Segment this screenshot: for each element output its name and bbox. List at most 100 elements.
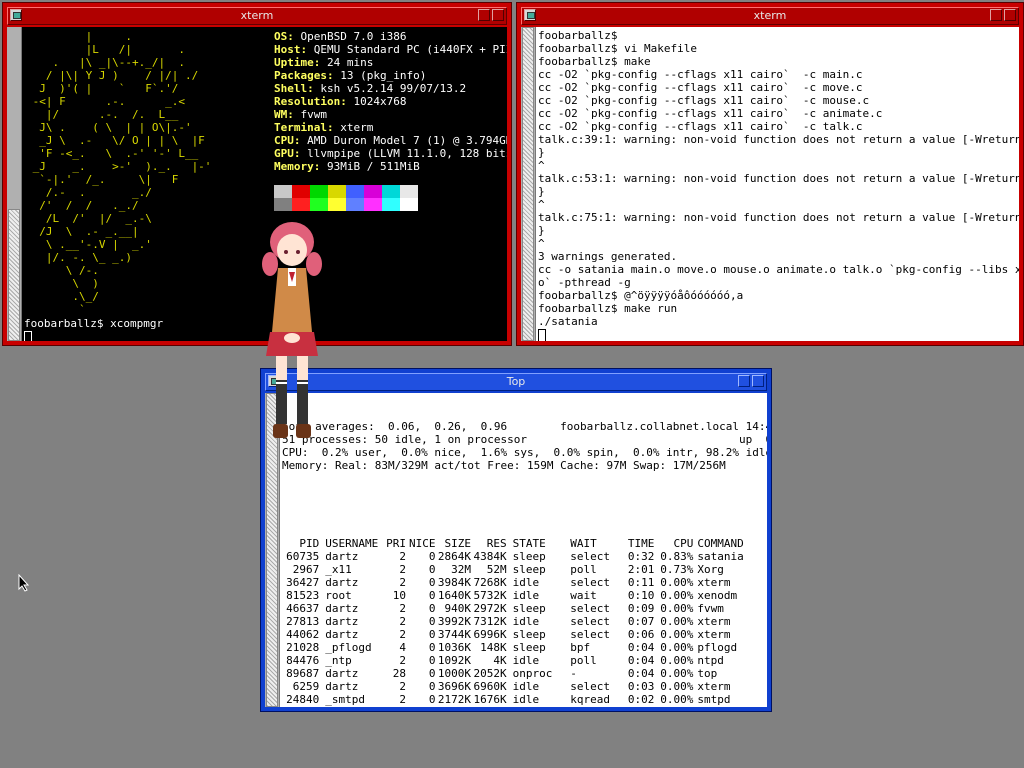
process-cell: 0:02	[627, 693, 655, 706]
process-cell: 6960K	[473, 680, 507, 693]
top-summary-line: Memory: Real: 83M/329M act/tot Free: 159…	[282, 459, 726, 472]
xterm-right-window[interactable]: xterm foobarballz$ foobarballz$ vi Makefi…	[516, 2, 1024, 346]
process-cell: xterm	[697, 680, 731, 693]
process-cell: 0:06	[627, 628, 655, 641]
process-row: 89687 dartz 28 0 1000K 2052K onproc - 0:04 0.00% t…	[282, 667, 765, 680]
process-cell: dartz	[325, 628, 359, 641]
process-cell: 1640K	[437, 589, 472, 602]
info-value: 13 (pkg_info)	[333, 69, 427, 82]
terminal-output[interactable]: foobarballz$ foobarballz$ vi Makefile foob…	[536, 27, 1019, 341]
info-line: Uptime: 24 mins	[274, 56, 507, 69]
xterm-left-client: | . |L /| . . |\ _|\--+._/| . / |\| Y J …	[7, 27, 507, 341]
process-cell: 7268K	[473, 576, 507, 589]
xterm-left-titlebar[interactable]: xterm	[7, 7, 507, 25]
ascii-line: |L /| .	[26, 43, 185, 56]
maximize-button[interactable]	[752, 375, 764, 387]
process-cell: kqread	[570, 693, 611, 706]
process-cell: ksh	[693, 706, 765, 707]
text-cursor	[24, 330, 32, 341]
process-row: 36427 dartz 2 0 3984K 7268K idle select 0:11 0.00…	[282, 576, 765, 589]
ascii-line: /J \ .- _.__|	[26, 225, 139, 238]
process-cell: 2	[399, 654, 406, 667]
maximize-button[interactable]	[1004, 9, 1016, 21]
process-cell: 0	[428, 576, 436, 589]
scrollbar-thumb[interactable]	[8, 209, 20, 341]
info-value: AMD Duron Model 7 (1) @ 3.794GHz	[300, 134, 507, 147]
process-cell: 2	[399, 693, 406, 706]
top-output[interactable]: load averages: 0.06, 0.26, 0.96 foobarba…	[280, 393, 767, 707]
column-header: CPU	[673, 537, 694, 550]
ascii-line: |/. -. \_ _.)	[26, 251, 132, 264]
minimize-button[interactable]	[478, 9, 490, 21]
process-cell: 27813	[286, 615, 320, 628]
process-cell: 0.00%	[660, 615, 694, 628]
prompt-text: foobarballz$ xcompmgr	[24, 317, 164, 330]
info-value: ksh v5.2.14 99/07/13.2	[313, 82, 467, 95]
terminal-line: ^	[538, 237, 545, 250]
process-cell: 1000K	[437, 667, 472, 680]
xterm-left-window[interactable]: xterm | . |L /| . . |\ _|\--+._/| . / |\…	[2, 2, 512, 346]
info-value: fvwm	[293, 108, 327, 121]
process-cell: 4384K	[473, 550, 507, 563]
process-cell: dartz	[325, 550, 359, 563]
column-header: PID	[299, 537, 320, 550]
terminal-line: cc -o satania main.o move.o mouse.o anim…	[538, 263, 1019, 276]
ascii-line: / |\| Y J ) / |/| ./	[26, 69, 199, 82]
process-cell: 2	[399, 602, 406, 615]
process-cell: _x11	[325, 563, 352, 576]
palette-swatch	[274, 198, 292, 211]
process-cell: 28	[392, 667, 406, 680]
terminal-line: ^	[538, 159, 545, 172]
palette-row	[274, 198, 418, 211]
top-window[interactable]: Top load averages: 0.06, 0.26, 0.96 foob…	[260, 368, 772, 712]
process-cell: sleep	[512, 602, 546, 615]
info-value: 24 mins	[320, 56, 374, 69]
process-cell: satania	[697, 550, 744, 563]
process-cell: sigsusp	[566, 706, 621, 707]
process-cell: 0	[428, 589, 436, 602]
process-cell: 84476	[286, 654, 320, 667]
process-cell: 0:04	[627, 667, 655, 680]
xterm-right-titlebar[interactable]: xterm	[521, 7, 1019, 25]
process-cell: idle	[512, 615, 540, 628]
process-cell: 0.00%	[660, 693, 694, 706]
process-cell: 52M	[486, 563, 507, 576]
process-cell: 7312K	[473, 615, 507, 628]
color-palette	[274, 185, 418, 211]
process-row: 46637 dartz 2 0 940K 2972K sleep select 0:09 0.00…	[282, 602, 765, 615]
info-line: OS: OpenBSD 7.0 i386	[274, 30, 507, 43]
scrollbar[interactable]	[521, 27, 536, 341]
process-cell: 3992K	[437, 615, 472, 628]
info-key: Resolution:	[274, 95, 347, 108]
palette-row	[274, 185, 418, 198]
ascii-line: |/ .-. /. L__	[26, 108, 179, 121]
process-cell: 0.73%	[660, 563, 694, 576]
ascii-line: J )'( | ` F`.'/	[26, 82, 179, 95]
maximize-button[interactable]	[492, 9, 504, 21]
minimize-button[interactable]	[738, 375, 750, 387]
scrollbar[interactable]	[7, 27, 22, 341]
top-titlebar[interactable]: Top	[265, 373, 767, 391]
process-row: 2967 _x11 2 0 32M 52M sleep poll 2:01 0.73% Xorg	[282, 563, 765, 576]
palette-swatch	[292, 185, 310, 198]
process-cell: idle	[512, 589, 540, 602]
process-row: 83211dartz180956K912Kidlesigsusp0:010.00…	[282, 706, 765, 707]
palette-swatch	[328, 185, 346, 198]
process-cell: 0:07	[627, 615, 655, 628]
top-summary-line: 51 processes: 50 idle, 1 on processor up…	[282, 433, 767, 446]
info-line: WM: fvwm	[274, 108, 507, 121]
info-key: Terminal:	[274, 121, 334, 134]
ascii-line: _J _. >-' )._. |-'	[26, 160, 212, 173]
column-header: STATE	[512, 537, 546, 550]
process-cell: dartz	[325, 576, 359, 589]
process-cell: poll	[570, 654, 597, 667]
process-cell: 0	[428, 550, 436, 563]
process-cell: 0	[406, 706, 436, 707]
satania-mascot[interactable]	[258, 220, 326, 460]
terminal-line: }	[538, 146, 545, 159]
system-info: OS: OpenBSD 7.0 i386 Host: QEMU Standard …	[274, 30, 507, 173]
process-cell: idle	[512, 680, 540, 693]
minimize-button[interactable]	[990, 9, 1002, 21]
scrollbar-thumb[interactable]	[522, 27, 534, 341]
terminal-line: foobarballz$ @^öÿÿÿÿóåôóóóóóó,a	[538, 289, 744, 302]
